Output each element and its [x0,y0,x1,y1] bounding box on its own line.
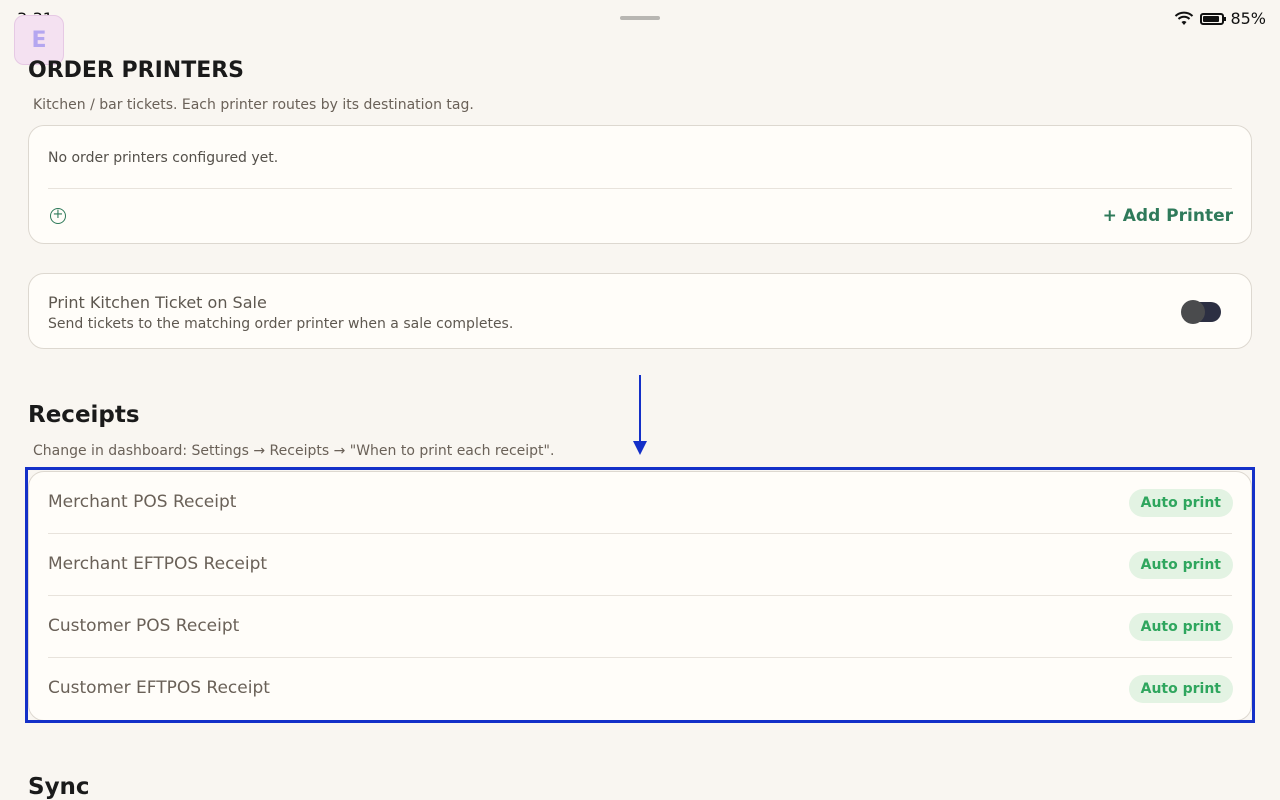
receipts-title: Receipts [28,402,140,428]
empty-printers-text: No order printers configured yet. [48,150,279,166]
auto-print-badge: Auto print [1128,551,1233,579]
drag-handle[interactable] [620,16,660,20]
screen: 3:31 E 85% ORDER PRINTERS Kitchen / bar … [0,0,1280,800]
kitchen-ticket-subtitle: Send tickets to the matching order print… [48,316,514,332]
receipt-label: Merchant POS Receipt [48,492,237,512]
down-arrow-icon [633,375,647,455]
auto-print-badge: Auto print [1128,489,1233,517]
kitchen-ticket-title: Print Kitchen Ticket on Sale [48,293,267,312]
receipt-label: Customer EFTPOS Receipt [48,678,270,698]
receipt-row[interactable]: Customer EFTPOS Receipt Auto print [29,658,1251,720]
battery-icon [1200,12,1227,25]
status-icons: 85% [1174,9,1266,28]
kitchen-ticket-toggle[interactable] [1181,300,1221,324]
sync-title: Sync [28,774,90,800]
battery-percent: 85% [1230,9,1266,28]
receipt-row[interactable]: Merchant POS Receipt Auto print [29,472,1251,534]
add-circle-icon[interactable]: + [50,208,66,224]
auto-print-badge: Auto print [1128,675,1233,703]
kitchen-ticket-card: Print Kitchen Ticket on Sale Send ticket… [28,273,1252,349]
divider [48,188,1232,189]
receipt-label: Customer POS Receipt [48,616,240,636]
add-printer-button[interactable]: + Add Printer [1103,206,1233,226]
receipts-card: Merchant POS Receipt Auto print Merchant… [28,471,1252,721]
receipt-label: Merchant EFTPOS Receipt [48,554,268,574]
auto-print-badge: Auto print [1128,613,1233,641]
receipt-row[interactable]: Customer POS Receipt Auto print [29,596,1251,658]
receipts-subtitle: Change in dashboard: Settings → Receipts… [33,443,555,459]
order-printers-subtitle: Kitchen / bar tickets. Each printer rout… [33,97,474,113]
wifi-icon [1175,11,1194,25]
toggle-knob [1181,300,1205,324]
order-printers-card: No order printers configured yet. + + Ad… [28,125,1252,244]
receipt-row[interactable]: Merchant EFTPOS Receipt Auto print [29,534,1251,596]
order-printers-title: ORDER PRINTERS [28,58,245,83]
